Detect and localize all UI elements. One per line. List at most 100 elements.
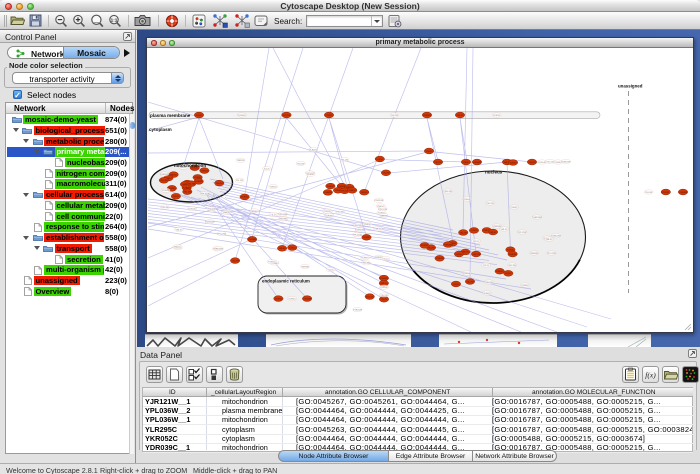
svg-text:YLR1C: YLR1C	[455, 254, 462, 256]
svg-text:YGR4W: YGR4W	[303, 298, 312, 300]
svg-text:YGR20W: YGR20W	[355, 230, 365, 232]
svg-text:YLR1C: YLR1C	[425, 151, 432, 153]
svg-text:YDR3C: YDR3C	[421, 245, 429, 247]
svg-text:YNL3W: YNL3W	[297, 163, 305, 165]
svg-text:YLR44C: YLR44C	[238, 115, 247, 117]
svg-text:YML5C: YML5C	[278, 248, 286, 250]
svg-text:YJL2C: YJL2C	[483, 265, 490, 267]
svg-text:YLR44C: YLR44C	[380, 287, 389, 289]
svg-text:YLR1C: YLR1C	[376, 159, 383, 161]
svg-text:YGR20W: YGR20W	[353, 310, 363, 312]
svg-text:YDR3C: YDR3C	[363, 237, 371, 239]
svg-text:YBR9W: YBR9W	[237, 160, 246, 162]
svg-text:YGR20W: YGR20W	[532, 217, 542, 219]
svg-text:YNL3W: YNL3W	[444, 191, 452, 193]
svg-text:YLR1C: YLR1C	[172, 196, 179, 198]
svg-text:YGR4W: YGR4W	[200, 170, 209, 172]
svg-text:YOR1C: YOR1C	[483, 293, 491, 295]
svg-text:YKL2W: YKL2W	[382, 173, 390, 175]
svg-text:YDR3C: YDR3C	[307, 174, 315, 176]
svg-text:YML5C: YML5C	[251, 211, 259, 213]
svg-text:YKL2W: YKL2W	[366, 296, 374, 298]
svg-text:YKL2W: YKL2W	[528, 162, 536, 164]
svg-text:YNL3W: YNL3W	[336, 212, 344, 214]
svg-text:YJL2C: YJL2C	[382, 259, 389, 261]
svg-text:YJL2C: YJL2C	[264, 169, 271, 171]
svg-text:YKL1W: YKL1W	[380, 295, 388, 297]
svg-text:YKL1W: YKL1W	[485, 282, 493, 284]
svg-text:YML5C: YML5C	[380, 283, 388, 285]
svg-text:YKL2W: YKL2W	[427, 247, 435, 249]
svg-text:nucleus: nucleus	[485, 170, 503, 175]
svg-text:YGR20W: YGR20W	[374, 200, 384, 202]
svg-text:YKL2W: YKL2W	[160, 180, 168, 182]
svg-text:YKL2W: YKL2W	[231, 260, 239, 262]
svg-text:YGR20W: YGR20W	[551, 236, 561, 238]
svg-text:unassigned: unassigned	[618, 84, 643, 89]
svg-text:YBR9W: YBR9W	[301, 266, 310, 268]
svg-text:YKL1W: YKL1W	[486, 203, 494, 205]
svg-text:YJL2C: YJL2C	[270, 215, 277, 217]
svg-text:YDR3C: YDR3C	[325, 115, 333, 117]
svg-text:YLR1C: YLR1C	[195, 115, 202, 117]
svg-text:YLR44C: YLR44C	[463, 273, 472, 275]
svg-text:YGR4W: YGR4W	[423, 115, 432, 117]
svg-text:YML5C: YML5C	[500, 229, 508, 231]
svg-text:YPL22W: YPL22W	[217, 233, 227, 235]
svg-text:YJL2C: YJL2C	[327, 269, 334, 271]
svg-text:YJL2C: YJL2C	[473, 241, 480, 243]
svg-text:YKL2W: YKL2W	[434, 162, 442, 164]
svg-text:YML5C: YML5C	[175, 229, 183, 231]
svg-text:cytoplasm: cytoplasm	[149, 127, 172, 132]
svg-text:mitochondrion: mitochondrion	[174, 163, 206, 168]
svg-text:YPL22W: YPL22W	[214, 249, 224, 251]
svg-text:YML5C: YML5C	[545, 239, 553, 241]
svg-text:YDR3C: YDR3C	[510, 207, 518, 209]
svg-text:YLR1C: YLR1C	[452, 284, 459, 286]
svg-text:YGR4W: YGR4W	[473, 162, 482, 164]
svg-text:YKL1W: YKL1W	[208, 209, 216, 211]
svg-text:YNL3W: YNL3W	[161, 207, 169, 209]
svg-text:YML5C: YML5C	[174, 247, 182, 249]
svg-text:YGR4W: YGR4W	[509, 254, 518, 256]
svg-text:YKL2W: YKL2W	[459, 232, 467, 234]
svg-text:YGR4W: YGR4W	[444, 244, 453, 246]
svg-text:YDR3C: YDR3C	[222, 212, 230, 214]
svg-text:YNL3W: YNL3W	[645, 192, 653, 194]
svg-text:YOR1C: YOR1C	[268, 262, 276, 264]
svg-text:YBR9W: YBR9W	[493, 226, 502, 228]
svg-text:1:1: 1:1	[111, 18, 118, 23]
svg-text:YOR1C: YOR1C	[361, 258, 369, 260]
svg-text:YLR44C: YLR44C	[188, 209, 197, 211]
svg-text:YGR4W: YGR4W	[324, 192, 333, 194]
svg-text:YKL1W: YKL1W	[236, 180, 244, 182]
svg-text:YBR9W: YBR9W	[380, 215, 389, 217]
svg-text:YLR44C: YLR44C	[325, 215, 334, 217]
svg-text:YPL22W: YPL22W	[201, 193, 211, 195]
svg-text:YLR44C: YLR44C	[309, 150, 318, 152]
svg-text:YDR3C: YDR3C	[241, 197, 249, 199]
svg-text:YGR4W: YGR4W	[380, 278, 389, 280]
svg-text:YKL2W: YKL2W	[283, 115, 291, 117]
svg-text:YDR3C: YDR3C	[364, 224, 372, 226]
svg-text:YOR1C: YOR1C	[162, 190, 170, 192]
svg-text:YML5C: YML5C	[489, 232, 497, 234]
svg-text:YDR3C: YDR3C	[275, 298, 283, 300]
svg-text:YLR44C: YLR44C	[463, 199, 472, 201]
svg-text:endoplasmic reticulum: endoplasmic reticulum	[262, 279, 310, 284]
svg-text:YGR20W: YGR20W	[205, 222, 215, 224]
svg-text:YDR3C: YDR3C	[521, 285, 529, 287]
svg-text:YJL2C: YJL2C	[324, 211, 331, 213]
svg-text:YKL1W: YKL1W	[354, 225, 362, 227]
svg-text:YPL22W: YPL22W	[278, 214, 288, 216]
svg-text:YLR1C: YLR1C	[380, 299, 387, 301]
svg-text:YGR4W: YGR4W	[248, 239, 257, 241]
svg-text:YDR3C: YDR3C	[348, 190, 356, 192]
svg-text:YPL22W: YPL22W	[353, 234, 363, 236]
svg-text:YDR3C: YDR3C	[462, 162, 470, 164]
svg-text:YGR4W: YGR4W	[436, 258, 445, 260]
svg-text:YDR3C: YDR3C	[288, 299, 296, 301]
svg-text:YKL1W: YKL1W	[341, 159, 349, 161]
svg-text:YDR3C: YDR3C	[493, 115, 501, 117]
svg-text:YDR3C: YDR3C	[269, 187, 277, 189]
